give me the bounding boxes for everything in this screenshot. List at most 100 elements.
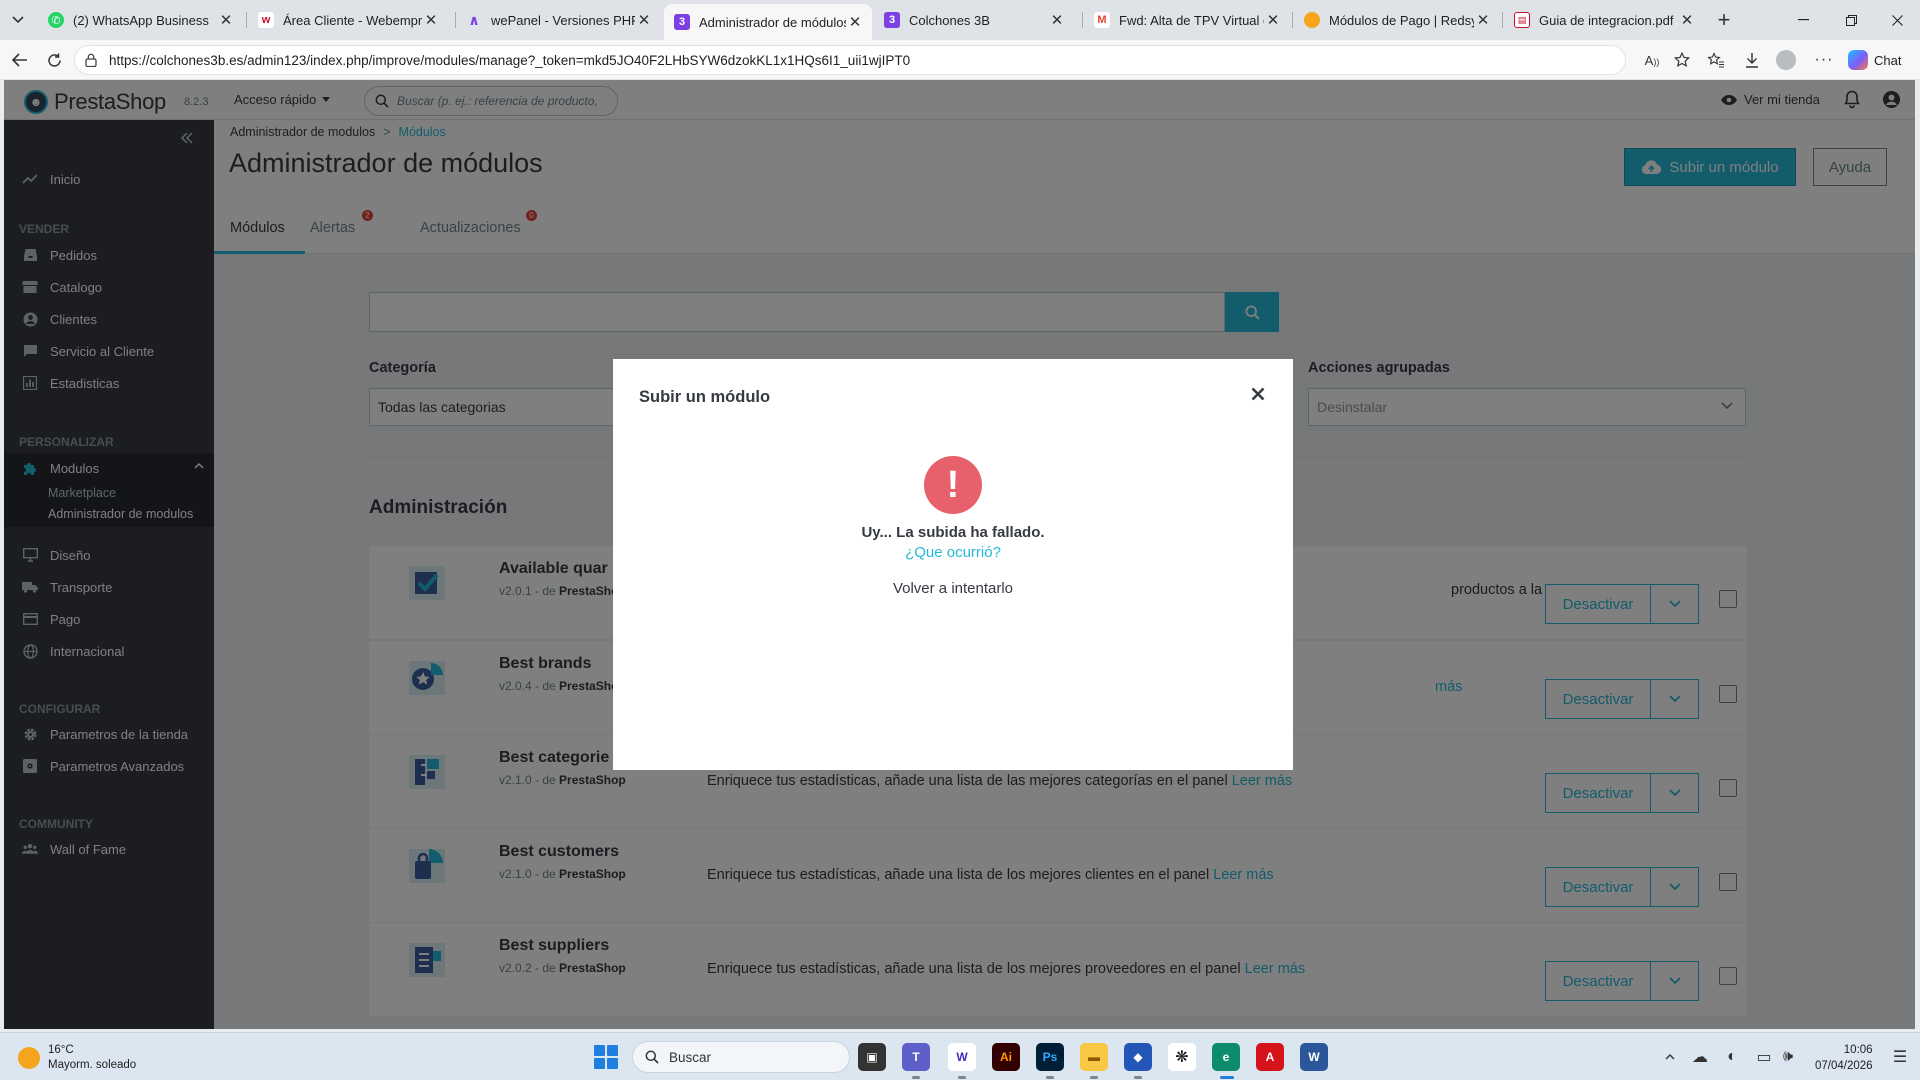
retry-row: Volver a intentarlo [613,580,1293,597]
browser-tab-gmail[interactable]: M Fwd: Alta de TPV Virtual en p ✕ [1084,4,1290,36]
sun-icon [18,1047,40,1069]
lock-icon[interactable] [85,53,97,67]
modal-backdrop[interactable]: Subir un módulo ! Uy... La subida ha fal… [4,80,1915,1029]
onedrive-icon[interactable]: ☁ [1690,1047,1710,1067]
task-view-icon[interactable]: ▣ [858,1043,886,1071]
search-icon [645,1050,659,1064]
chatgpt-icon[interactable]: ❋ [1168,1043,1196,1071]
webempresa-icon: w [258,12,274,28]
favorites-button[interactable] [1704,48,1728,72]
security-icon[interactable]: ◐ [1722,1047,1742,1067]
tab-separator [1502,12,1503,28]
upload-error-message: Uy... La subida ha fallado. [861,524,1045,541]
minimize-icon [1797,19,1809,21]
tab-actions-button[interactable] [6,8,30,32]
url-field[interactable]: https://colchones3b.es/admin123/index.ph… [74,45,1626,75]
wepanel-app-icon[interactable]: W [948,1043,976,1079]
profile-button[interactable] [1774,48,1798,72]
gmail-icon: M [1094,12,1110,28]
close-tab-icon[interactable]: ✕ [1678,11,1696,29]
file-explorer-icon[interactable]: ▬ [1080,1043,1108,1079]
browser-tab-webempresa[interactable]: w Área Cliente - Webempresa ✕ [248,4,448,36]
reload-button[interactable] [42,48,66,72]
word-icon[interactable]: W [1300,1043,1328,1071]
read-aloud-icon: A)) [1644,52,1660,68]
browser-tab-active[interactable]: 3 Administrador de módulos ✕ [664,4,872,40]
weather-text: 16°C Mayorm. soleado [48,1044,137,1071]
copilot-chat-button[interactable]: Chat [1848,49,1901,71]
taskbar-search[interactable]: Buscar [632,1041,850,1073]
windows-logo-icon [594,1045,605,1056]
back-button[interactable] [8,48,32,72]
reload-icon [47,53,61,67]
error-details-link[interactable]: ¿Que ocurrió? [905,544,1001,561]
plus-icon: + [1717,7,1731,32]
volume-icon[interactable]: 🕪 [1778,1047,1798,1067]
notifications-icon[interactable]: ☰ [1890,1047,1910,1067]
pdf-icon: ▤ [1514,12,1530,28]
windows-logo-icon [607,1045,618,1056]
close-tab-icon[interactable]: ✕ [1474,11,1492,29]
upload-module-modal: Subir un módulo ! Uy... La subida ha fal… [613,359,1293,770]
illustrator-icon[interactable]: Ai [992,1043,1020,1071]
favorites-icon [1707,52,1724,68]
tab-separator [246,12,247,28]
favorite-button[interactable] [1670,48,1694,72]
close-tab-icon[interactable]: ✕ [1048,11,1066,29]
chevron-down-icon [12,16,24,24]
clock[interactable]: 10:06 07/04/2026 [1815,1042,1873,1074]
network-icon[interactable]: ▭ [1754,1047,1774,1067]
arrow-left-icon [12,53,27,67]
download-icon [1746,53,1758,68]
windows-logo-icon [594,1058,605,1069]
tab-title: wePanel - Versiones PHP [491,12,635,28]
close-tab-icon[interactable]: ✕ [1264,11,1282,29]
windows-taskbar: 16°C Mayorm. soleado Buscar ▣ T W Ai Ps ▬… [0,1032,1920,1080]
browser-tab-colchones[interactable]: 3 Colchones 3B ✕ [874,4,1074,36]
photoshop-icon[interactable]: Ps [1036,1043,1064,1079]
new-tab-button[interactable]: + [1712,7,1736,32]
error-details-link-row: ¿Que ocurrió? [613,544,1293,561]
tab-title: (2) WhatsApp Business [73,12,209,28]
tab-title: Área Cliente - Webempresa [283,12,422,28]
browser-tab-strip: ✆ (2) WhatsApp Business ✕ w Área Cliente… [0,0,1920,40]
close-window-button[interactable] [1874,0,1920,40]
browser-tab-wepanel[interactable]: ∧ wePanel - Versiones PHP ✕ [456,4,661,36]
prestashop-admin: ☻ PrestaShop 8.2.3 Acceso rápido Buscar … [4,80,1915,1029]
teams-icon[interactable]: T [902,1043,930,1079]
chevron-up-icon [1665,1054,1675,1060]
retry-upload-link[interactable]: Volver a intentarlo [893,580,1013,597]
clock-time: 10:06 [1843,1044,1873,1056]
copilot-icon [1848,50,1868,70]
settings-menu-button[interactable]: ··· [1812,48,1836,72]
taskbar-search-label: Buscar [669,1050,712,1065]
error-alert-icon: ! [924,456,982,514]
close-tab-icon[interactable]: ✕ [217,11,235,29]
browser-toolbar: https://colchones3b.es/admin123/index.ph… [0,40,1920,80]
close-tab-icon[interactable]: ✕ [846,13,864,31]
browser-tab-redsys[interactable]: Módulos de Pago | Redsys | P ✕ [1294,4,1500,36]
show-hidden-icons-button[interactable] [1660,1047,1680,1067]
tab-separator [1082,12,1083,28]
weather-widget[interactable]: 16°C Mayorm. soleado [18,1043,136,1073]
colchones-icon: 3 [884,12,900,28]
browser-tab-whatsapp[interactable]: ✆ (2) WhatsApp Business ✕ [38,4,243,36]
start-button[interactable] [594,1045,618,1069]
minimize-button[interactable] [1780,0,1826,40]
tab-title: Administrador de módulos [699,14,846,30]
close-tab-icon[interactable]: ✕ [422,11,440,29]
modal-title: Subir un módulo [639,388,771,406]
read-aloud-button[interactable]: A)) [1640,48,1664,72]
acrobat-icon[interactable]: A [1256,1043,1284,1071]
close-tab-icon[interactable]: ✕ [635,11,653,29]
close-icon [1251,387,1265,401]
more-icon: ··· [1814,51,1834,68]
browser-tab-pdf[interactable]: ▤ Guia de integracion.pdf ✕ [1504,4,1704,36]
restore-button[interactable] [1828,0,1874,40]
modal-close-button[interactable] [1247,383,1269,405]
downloads-button[interactable] [1740,48,1764,72]
network-app-icon[interactable]: ◆ [1124,1043,1152,1079]
tab-title: Colchones 3B [909,12,990,28]
edge-icon[interactable]: e [1212,1043,1240,1079]
windows-logo-icon [607,1058,618,1069]
